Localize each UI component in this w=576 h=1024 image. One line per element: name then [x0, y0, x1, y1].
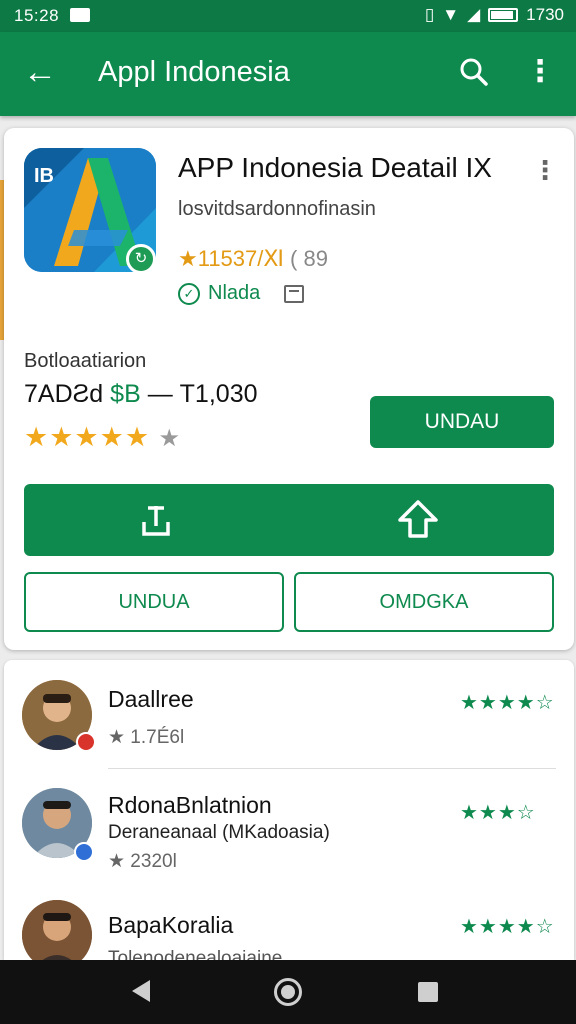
verified-label: Nlada: [208, 282, 261, 304]
stars-filled: ★★★★★: [24, 422, 151, 452]
rating-row: ★11537/Ⅺ ( 89: [178, 246, 328, 272]
more-vert-icon[interactable]: ⋮: [524, 52, 556, 92]
stars-empty: ★: [158, 425, 182, 452]
arrow-back-icon[interactable]: ←: [20, 52, 60, 92]
price-range: — T1,030: [147, 380, 258, 408]
status-bar: 15:28 ▯ ▼ ◢ 1730: [0, 0, 576, 32]
reviewer-name: BapaKoralia: [108, 912, 234, 938]
share-icon[interactable]: [136, 500, 176, 540]
status-time: 15:28: [14, 6, 60, 25]
app-bar-title: Appl Indonesia: [98, 56, 290, 88]
reviews-list: Daallree ★ 1.7É6l ★★★★☆ RdonaBnlatnion D…: [4, 660, 574, 960]
section-label: Botloaatiarion: [24, 350, 147, 372]
nav-recents-icon[interactable]: [418, 982, 438, 1002]
app-icon-tag: IB: [34, 165, 54, 187]
nav-back-icon[interactable]: [132, 980, 150, 1002]
rating-count: ( 89: [290, 246, 328, 271]
app-name: APP Indonesia Deatail IX: [178, 152, 492, 183]
install-button[interactable]: UNDAU: [370, 396, 554, 448]
vibrate-icon: ▯: [424, 5, 435, 24]
review-meta: ★ 2320l: [108, 851, 177, 872]
divider: [108, 768, 556, 769]
star-rating: ★★★★★ ★: [24, 422, 181, 453]
upload-icon[interactable]: [396, 498, 440, 542]
status-icons: ▯ ▼ ◢ 1730: [425, 5, 564, 25]
card-more-icon[interactable]: ⋮: [532, 152, 558, 188]
avatar-badge-icon: [74, 842, 94, 862]
info-box-icon[interactable]: [284, 284, 305, 303]
price-row: 7ADƧd $В — T1,030: [24, 380, 258, 409]
action-bar: [24, 484, 554, 556]
reviewer-subtitle: Deraneanaal (MKadoasia): [108, 822, 330, 843]
verified-check-icon: ✓: [178, 282, 200, 305]
reviewer-subtitle: Tolenodenealoaiaine: [108, 948, 283, 960]
review-meta: ★ 1.7É6l: [108, 727, 185, 748]
avatar: [22, 900, 92, 960]
price-accent: $В: [110, 380, 141, 408]
notification-icon: [70, 8, 90, 22]
status-battery-text: 1730: [526, 5, 564, 24]
app-detail-card: IB ↻ APP Indonesia Deatail IX ⋮ losvitds…: [4, 128, 574, 650]
reviewer-name: Daallree: [108, 686, 194, 712]
price-text: 7ADƧd: [24, 380, 104, 408]
review-stars: ★★★☆: [460, 802, 536, 824]
developer-name[interactable]: losvitdsardonnofinasin: [178, 198, 376, 221]
review-stars: ★★★★☆: [460, 692, 555, 714]
avatar-badge-icon: [76, 732, 96, 752]
left-outline-button[interactable]: UNDUA: [24, 572, 284, 632]
review-stars: ★★★★☆: [460, 916, 555, 938]
right-outline-button[interactable]: OMDGKA: [294, 572, 554, 632]
battery-icon: [488, 8, 519, 22]
system-nav-bar: [0, 960, 576, 1024]
wifi-icon: ▼: [442, 5, 460, 24]
signal-icon: ◢: [467, 5, 481, 24]
reviewer-name: RdonaBnlatnion: [108, 792, 272, 818]
nav-home-icon[interactable]: [274, 978, 302, 1006]
verified-row: ✓ Nlada: [178, 282, 305, 305]
rating-value: ★11537/Ⅺ: [178, 246, 284, 271]
app-bar: ← Appl Indonesia ⋮: [0, 32, 576, 116]
search-icon[interactable]: [454, 52, 494, 92]
refresh-badge-icon: ↻: [126, 244, 156, 274]
